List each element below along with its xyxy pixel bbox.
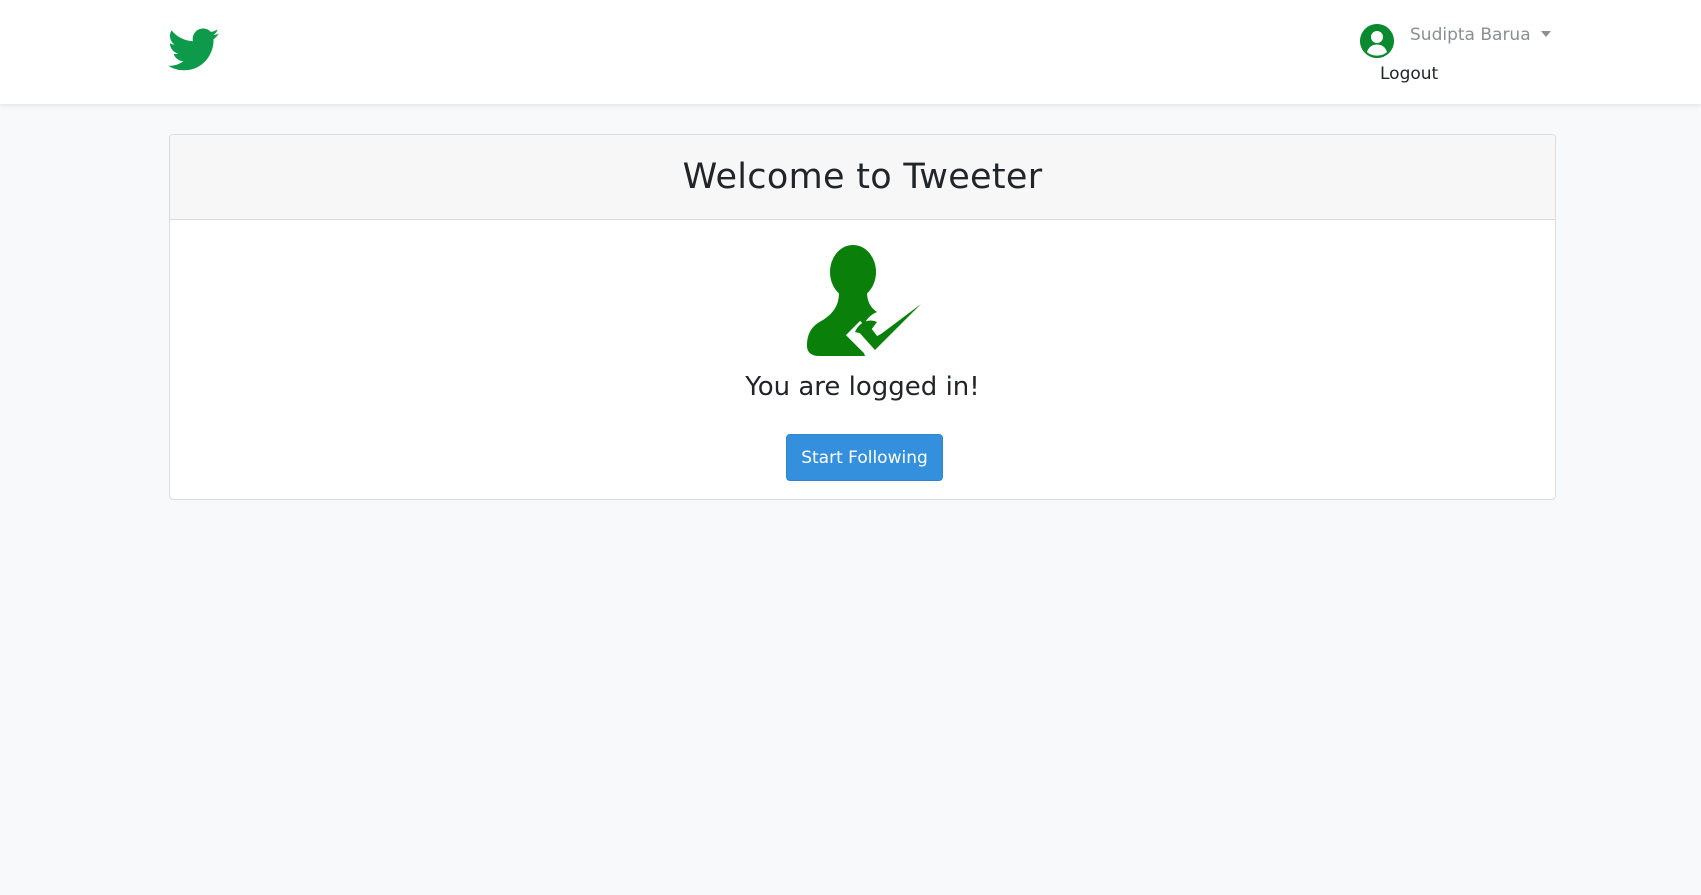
user-dropdown-toggle[interactable]: Sudipta Barua: [1360, 20, 1551, 60]
username-label: Sudipta Barua: [1410, 25, 1531, 45]
chevron-down-icon: [1540, 31, 1551, 37]
user-check-icon: [807, 245, 923, 358]
user-menu: Sudipta Barua Logout: [1360, 20, 1560, 90]
brand-logo-link[interactable]: [168, 28, 220, 74]
logged-in-message: You are logged in!: [745, 372, 980, 402]
logout-link[interactable]: Logout: [1380, 64, 1438, 84]
card-body: You are logged in! Start Following: [170, 220, 1555, 499]
card-header: Welcome to Tweeter: [170, 135, 1555, 220]
welcome-card: Welcome to Tweeter You are logged in! St…: [169, 134, 1556, 500]
twitter-bird-icon: [168, 28, 220, 71]
page-title: Welcome to Tweeter: [682, 157, 1043, 197]
start-following-button[interactable]: Start Following: [786, 434, 943, 481]
user-avatar-icon: [1360, 24, 1394, 58]
top-navbar: Sudipta Barua Logout: [0, 0, 1701, 104]
